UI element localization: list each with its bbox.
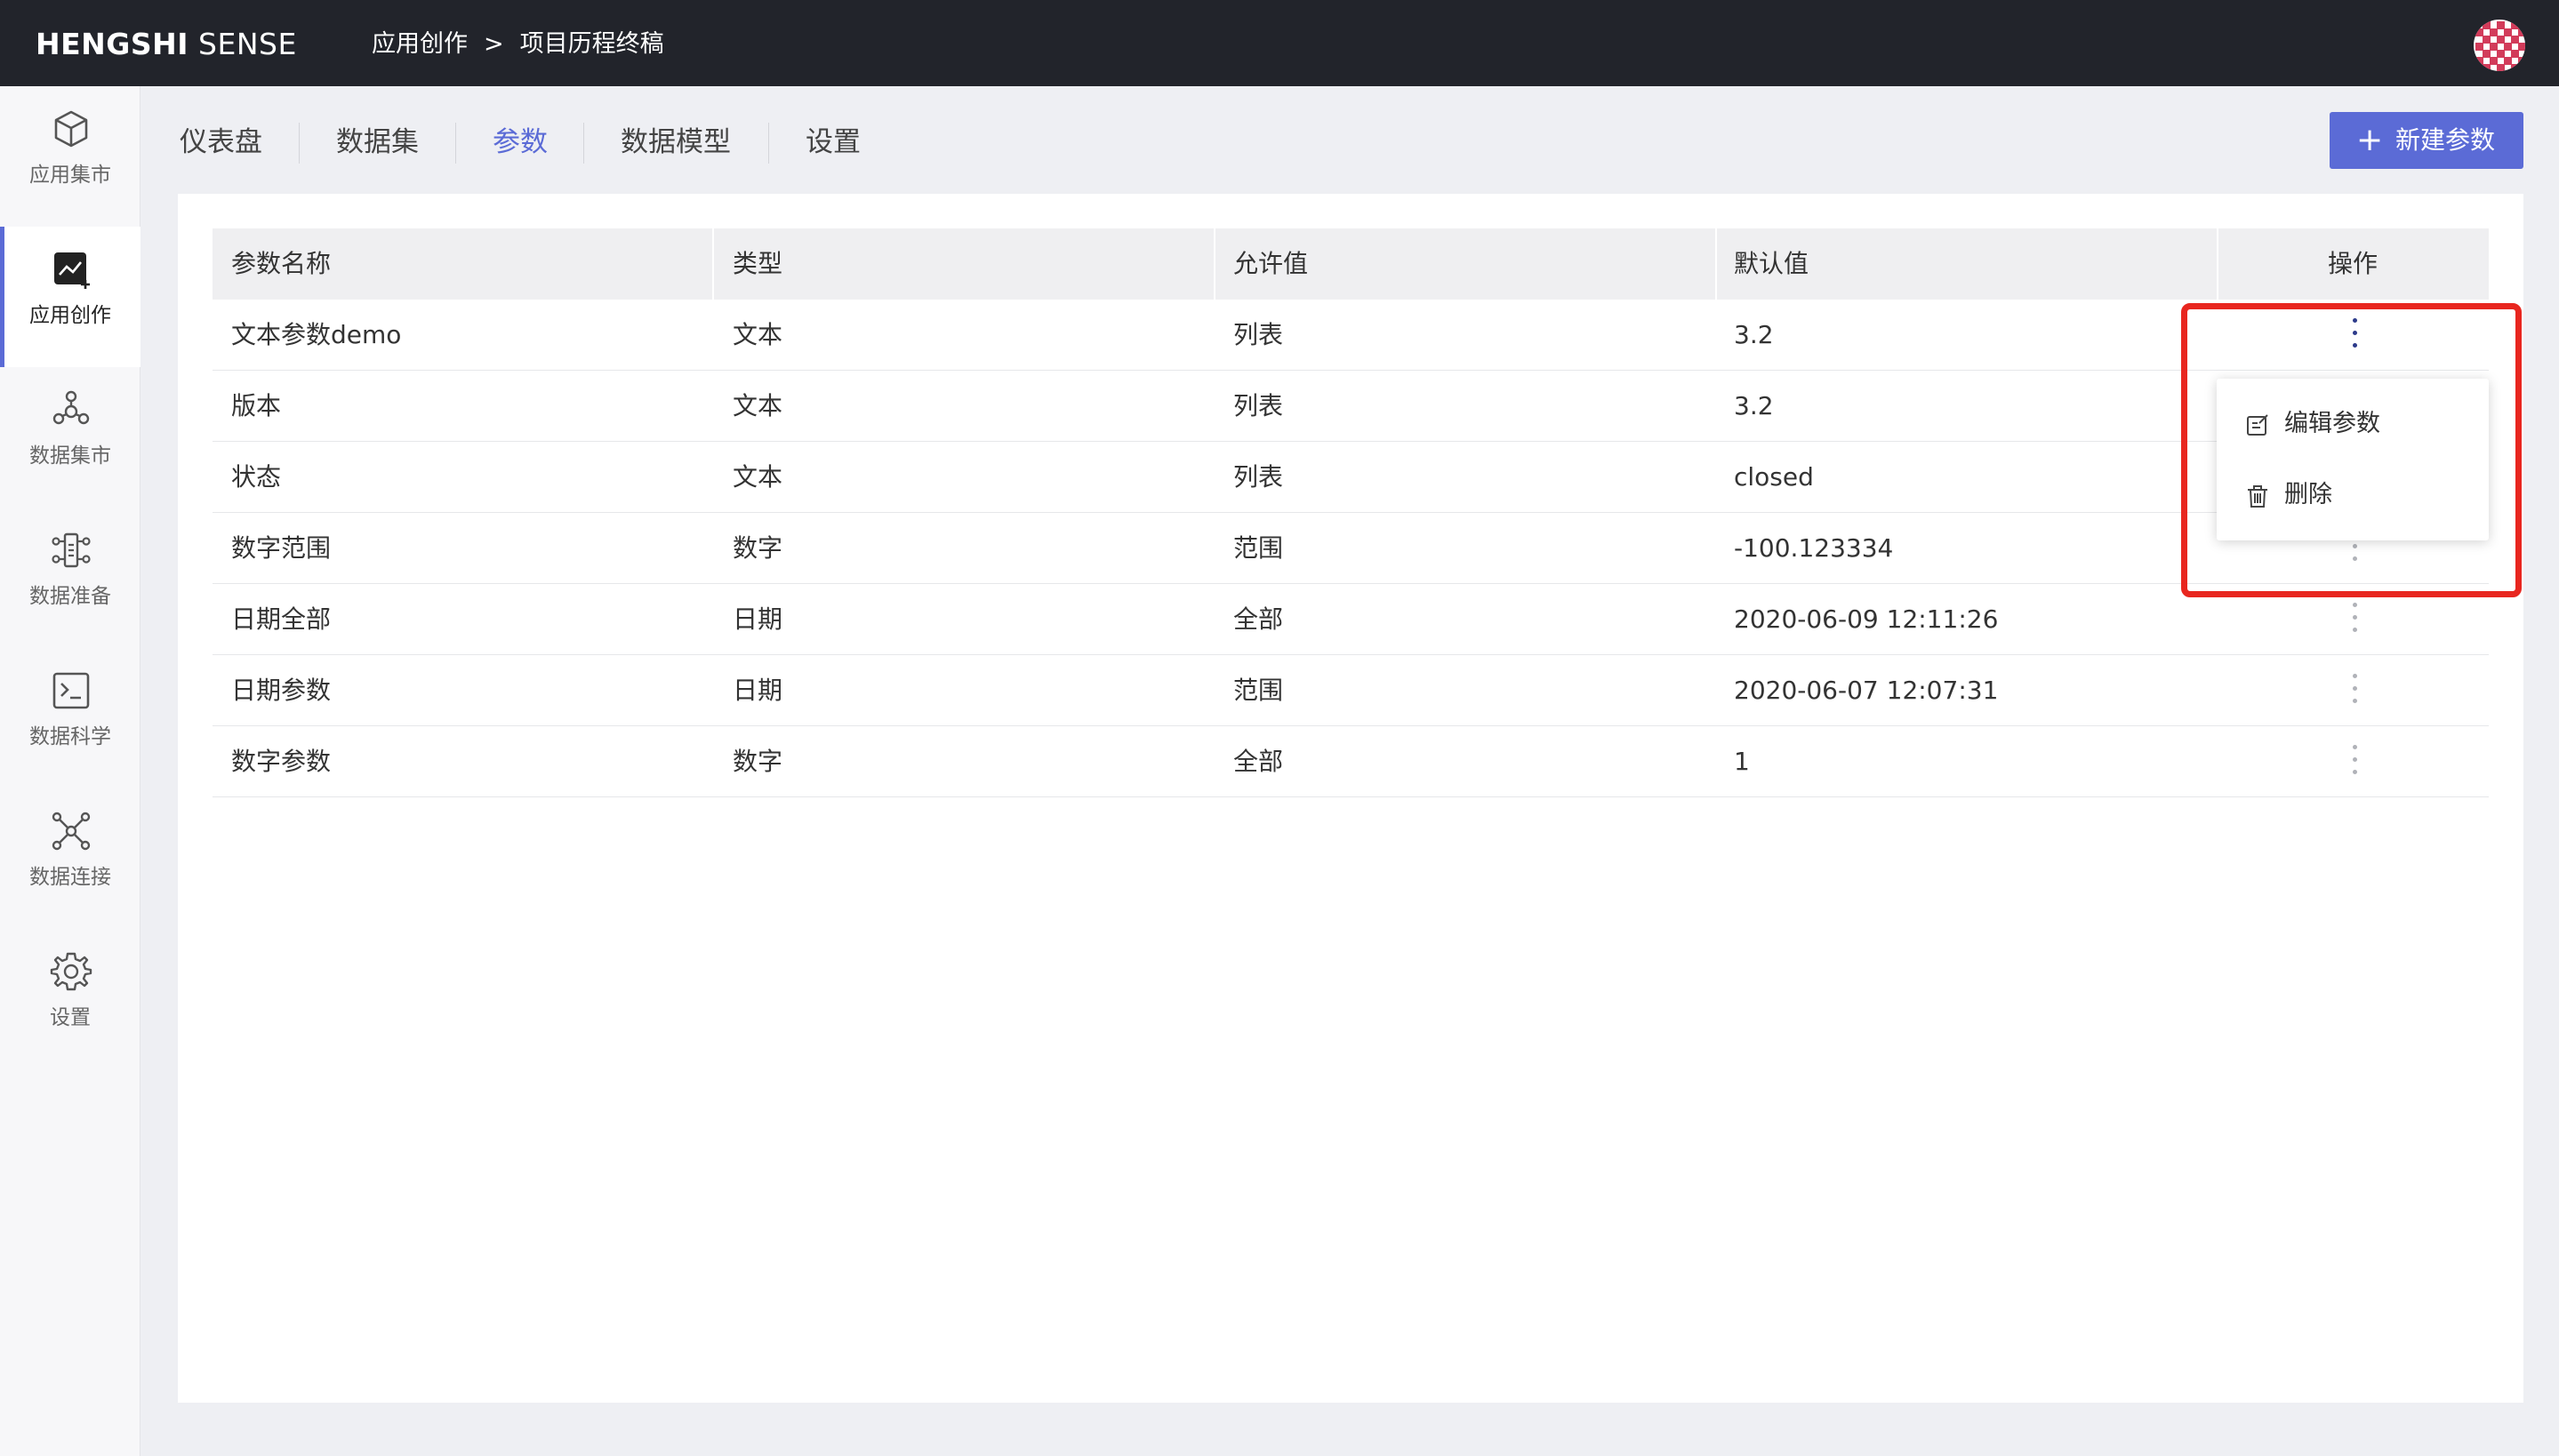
table-cell: 数字范围 [231,533,332,563]
table-cell: 日期全部 [231,604,332,634]
table-cell: 2020-06-07 12:07:31 [1734,676,1999,705]
avatar-pixel [2518,57,2525,65]
table-cell: 全部 [1233,747,1284,776]
tab-divider [768,123,769,164]
table-row [213,512,2489,513]
avatar[interactable] [2474,20,2525,71]
terminal-icon [52,672,90,709]
sidebar-item-data-science[interactable]: 数据科学 [0,648,140,788]
tab-dashboard[interactable]: 仪表盘 [180,121,262,164]
column-header-name: 参数名称 [231,249,332,278]
table-cell: 数字 [733,747,783,776]
more-actions-icon[interactable] [2346,668,2363,713]
column-header-actions: 操作 [2328,249,2379,278]
highlight-box [2181,303,2522,597]
plus-icon: + [2356,122,2384,158]
tab-settings[interactable]: 设置 [806,121,861,164]
chart-create-icon [54,252,90,289]
table-cell: -100.123334 [1734,533,1894,563]
table-cell: 2020-06-09 12:11:26 [1734,604,1999,634]
table-header-cell [714,228,1214,300]
tab-dataset[interactable]: 数据集 [336,121,419,164]
sidebar-item-label: 数据科学 [29,725,111,748]
avatar-pixel [2483,64,2491,71]
breadcrumb-item[interactable]: 应用创作 [372,30,468,58]
network-icon [52,812,91,851]
avatar-pixel [2497,64,2505,71]
new-parameter-button[interactable]: + 新建参数 [2330,112,2523,169]
table-row [213,654,2489,655]
table-cell: 数字 [733,533,783,563]
table-cell: 版本 [231,391,282,420]
data-mart-icon [52,390,90,425]
table-cell: 范围 [1233,676,1284,705]
table-row [213,796,2489,797]
table-cell: 1 [1734,747,1750,776]
column-header-type: 类型 [733,249,783,278]
avatar-pixel [2511,64,2519,71]
sidebar-item-label: 应用创作 [29,304,111,327]
top-bar: HENGSHI SENSE 应用创作 > 项目历程终稿 [0,0,2559,86]
tab-data-model[interactable]: 数据模型 [621,121,731,164]
breadcrumb: 应用创作 > 项目历程终稿 [372,27,664,62]
more-actions-icon[interactable] [2346,740,2363,784]
sidebar-item-label: 数据准备 [29,585,111,608]
table-cell: 文本 [733,391,783,420]
table-cell: 全部 [1233,604,1284,634]
sidebar-item-data-market[interactable]: 数据集市 [0,367,140,508]
table-row [213,725,2489,726]
table-cell: 文本 [733,462,783,492]
cube-icon [54,110,88,148]
table-cell: 状态 [231,462,282,492]
table-cell: 文本参数demo [231,320,402,349]
table-cell: 列表 [1233,391,1284,420]
breadcrumb-separator: > [484,30,504,58]
tab-divider [455,123,456,164]
table-cell: 列表 [1233,462,1284,492]
tab-parameters[interactable]: 参数 [493,121,548,164]
sidebar-item-data-prep[interactable]: 数据准备 [0,508,140,648]
sidebar-item-label: 数据连接 [29,866,111,889]
breadcrumb-current: 项目历程终稿 [519,30,664,58]
table-cell: closed [1734,462,1814,492]
table-cell: 日期参数 [231,676,332,705]
sidebar: 应用集市 应用创作 数据集市 数据准备 数据科学 数据连接 设置 [0,86,140,1456]
table-row [213,370,2489,371]
data-prep-icon [52,532,91,568]
sidebar-item-label: 设置 [50,1006,91,1029]
sidebar-item-app-market[interactable]: 应用集市 [0,86,140,227]
table-cell: 3.2 [1734,391,1774,420]
avatar-pixel [2518,43,2525,51]
table-cell: 数字参数 [231,747,332,776]
avatar-pixel [2518,28,2525,36]
table-cell: 日期 [733,604,783,634]
tab-divider [583,123,584,164]
sidebar-item-settings[interactable]: 设置 [0,929,140,1069]
sidebar-item-label: 数据集市 [29,444,111,468]
new-parameter-label: 新建参数 [2395,125,2496,155]
table-row [213,583,2489,584]
brand-logo[interactable]: HENGSHI SENSE [36,25,297,64]
more-actions-icon[interactable] [2346,597,2363,642]
gear-icon [50,952,92,991]
table-cell: 文本 [733,320,783,349]
sidebar-item-app-create[interactable]: 应用创作 [0,227,140,367]
column-header-allowed: 允许值 [1233,249,1309,278]
sidebar-item-label: 应用集市 [29,164,111,187]
sidebar-item-data-connect[interactable]: 数据连接 [0,788,140,929]
content-panel [178,194,2523,1403]
table-row [213,441,2489,442]
table-cell: 范围 [1233,533,1284,563]
table-cell: 列表 [1233,320,1284,349]
column-header-default: 默认值 [1734,249,1809,278]
table-cell: 日期 [733,676,783,705]
tab-divider [299,123,300,164]
table-cell: 3.2 [1734,320,1774,349]
